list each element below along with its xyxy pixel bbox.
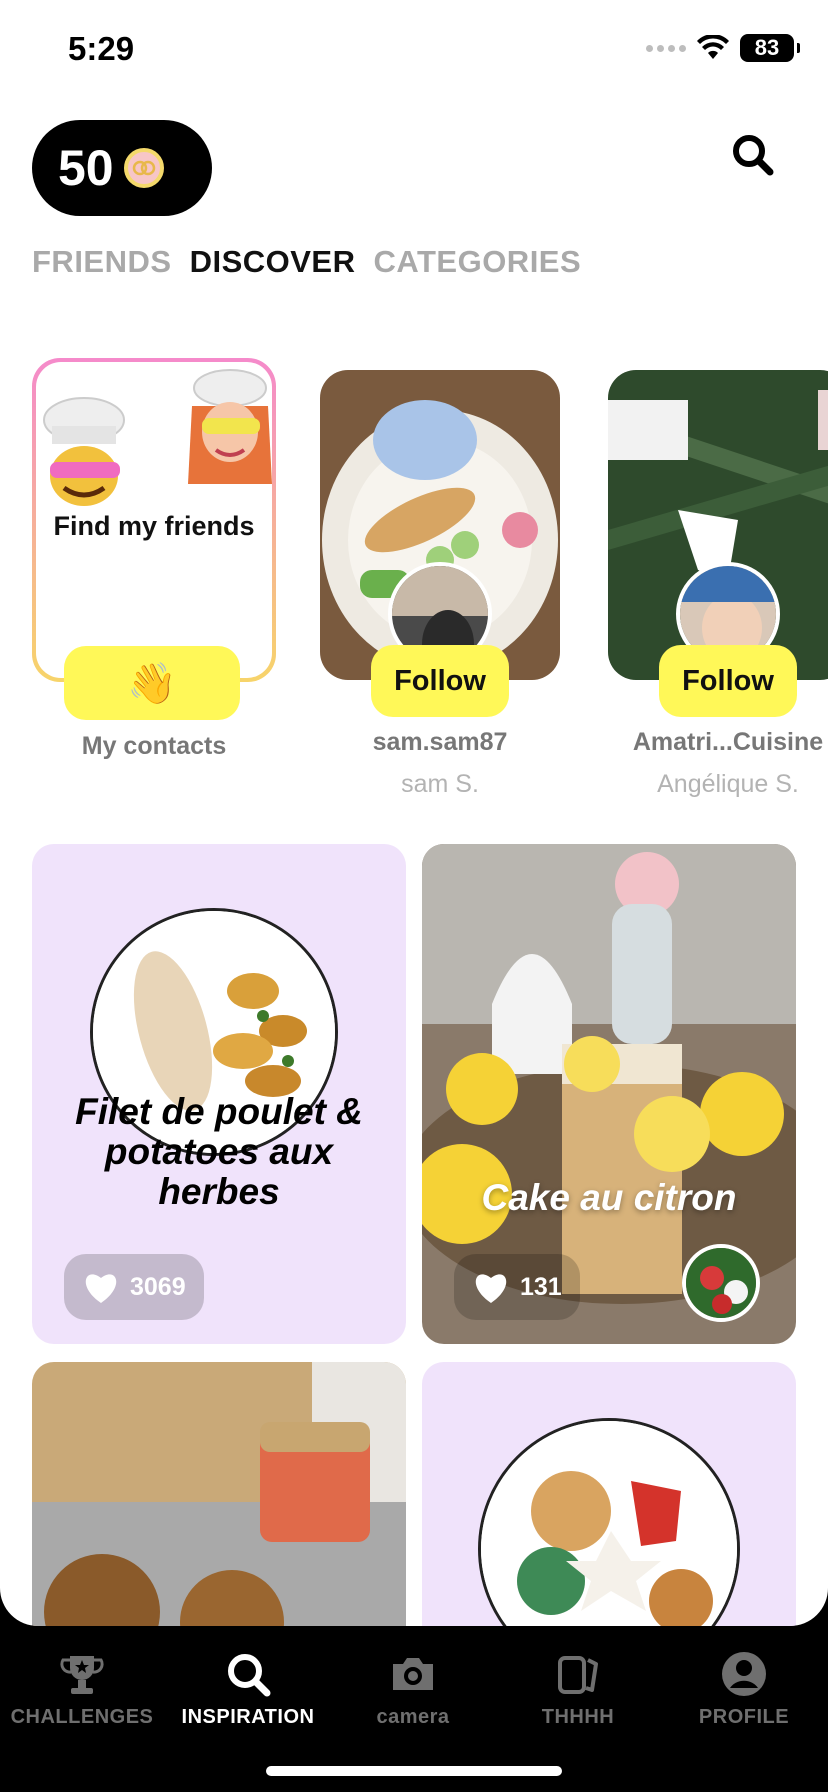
post-image [32, 1362, 406, 1626]
post-title: Filet de poulet & potatoes aux herbes [75, 1091, 363, 1212]
like-count: 131 [520, 1272, 562, 1301]
chef-avatar-icon [43, 397, 125, 506]
suggestion-username[interactable]: sam.sam87 [310, 728, 570, 757]
my-contacts-label: My contacts [81, 732, 227, 760]
follow-button[interactable]: Follow [371, 645, 509, 717]
find-friends-title: Find my friends [53, 511, 255, 541]
find-friends-card[interactable]: Find my friends [32, 358, 276, 682]
post-card[interactable] [32, 1362, 406, 1626]
trophy-icon [60, 1656, 104, 1694]
wifi-icon [697, 35, 729, 59]
friend-avatar-icon [188, 369, 272, 484]
like-button[interactable]: 131 [454, 1254, 580, 1320]
profile-icon [722, 1652, 766, 1696]
battery-indicator: 83 [740, 34, 800, 62]
tab-camera[interactable]: camera [333, 1650, 493, 1729]
tab-label: THHHH [541, 1706, 615, 1728]
tab-inspiration[interactable]: INSPIRATION [168, 1650, 328, 1729]
tab-label: INSPIRATION [181, 1706, 315, 1728]
tab-categories[interactable]: CATEGORIES [374, 244, 582, 280]
post-image [478, 1418, 740, 1626]
top-tabs: FRIENDS DISCOVER CATEGORIES [32, 244, 581, 280]
suggestion-realname: sam S. [401, 770, 479, 798]
heart-icon [85, 1274, 117, 1303]
my-contacts-button[interactable]: 👋 [64, 646, 240, 720]
coin-balance-button[interactable]: 50 [32, 120, 212, 216]
tab-profile[interactable]: PROFILE [664, 1650, 824, 1729]
tab-discover[interactable]: DISCOVER [190, 244, 356, 280]
search-icon[interactable] [730, 132, 774, 176]
tab-challenges[interactable]: CHALLENGES [2, 1650, 162, 1729]
tab-label: PROFILE [698, 1706, 790, 1728]
status-time: 5:29 [68, 30, 135, 67]
post-card[interactable]: Cake au citron 131 [422, 844, 796, 1344]
like-count: 3069 [130, 1272, 186, 1301]
like-button[interactable]: 3069 [64, 1254, 204, 1320]
signal-icon [646, 44, 686, 52]
suggestion-username[interactable]: Amatri...Cuisine [598, 728, 828, 757]
tab-thhhh[interactable]: THHHH [498, 1650, 658, 1729]
camera-icon [393, 1658, 433, 1690]
cards-icon [558, 1656, 598, 1694]
coin-icon [123, 148, 164, 188]
post-card[interactable] [422, 1362, 796, 1626]
home-indicator[interactable] [266, 1766, 562, 1776]
inspiration-screen: 5:29 83 50 FRIENDS DISCOVER CATEGORIES F… [0, 0, 828, 1626]
post-card[interactable]: Filet de poulet & potatoes aux herbes 30… [32, 844, 406, 1344]
suggestion-realname: Angélique S. [657, 770, 799, 798]
tab-label: CHALLENGES [10, 1706, 154, 1728]
post-title: Cake au citron [481, 1177, 737, 1218]
tab-label: camera [376, 1706, 450, 1728]
author-avatar[interactable] [682, 1244, 760, 1322]
bottom-tab-bar: CHALLENGES INSPIRATION camera THHHH PROF… [0, 1626, 828, 1792]
coin-count: 50 [58, 140, 114, 196]
follow-button[interactable]: Follow [659, 645, 797, 717]
search-icon [228, 1654, 271, 1697]
heart-icon [475, 1274, 507, 1303]
tab-friends[interactable]: FRIENDS [32, 244, 172, 280]
status-icons: 83 [646, 34, 800, 62]
